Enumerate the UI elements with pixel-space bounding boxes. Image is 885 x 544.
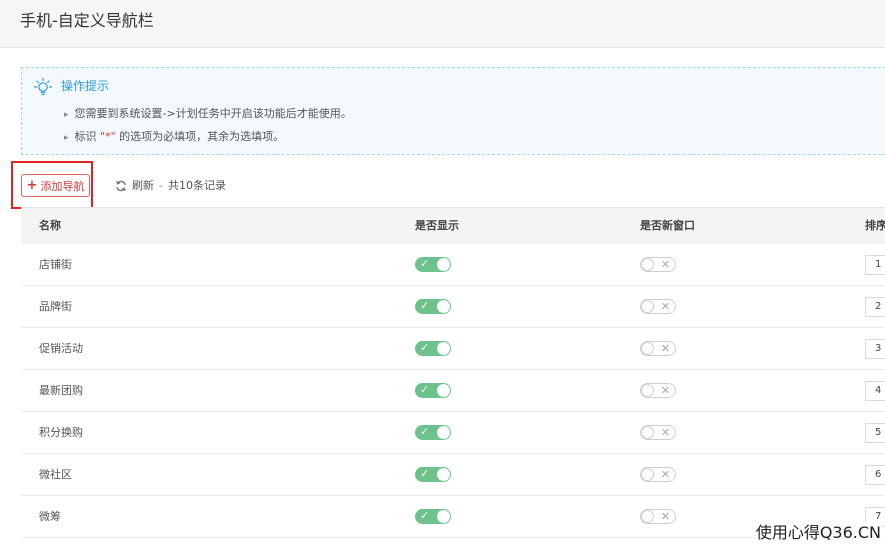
refresh-label: 刷新: [132, 179, 154, 192]
bullet-icon: ▸: [64, 110, 69, 120]
record-count: 共10条记录: [167, 179, 226, 192]
toggle-knob: [641, 468, 654, 481]
tip-item: ▸ 标识 "*" 的选项为必填项，其余为选填项。: [64, 129, 284, 146]
plus-icon: +: [26, 178, 38, 193]
tip-item: ▸ 您需要到系统设置->计划任务中开启该功能后才能使用。: [64, 106, 352, 123]
sort-input[interactable]: 2: [865, 297, 885, 317]
separator: -: [159, 179, 163, 192]
add-nav-button[interactable]: + 添加导航: [21, 174, 90, 197]
toggle-knob: [437, 300, 450, 313]
check-icon: ✓: [420, 509, 430, 522]
tip-text: 您需要到系统设置->计划任务中开启该功能后才能使用。: [74, 107, 352, 120]
table-row: 店铺街 ✓ ✕ 1: [21, 244, 885, 286]
toggle-knob: [641, 384, 654, 397]
nav-name: 品牌街: [39, 300, 72, 313]
table-row: 最新团购 ✓ ✕ 4: [21, 370, 885, 412]
show-toggle[interactable]: ✓: [415, 383, 451, 398]
show-toggle[interactable]: ✓: [415, 257, 451, 272]
table-body: 店铺街 ✓ ✕ 1 品牌街 ✓ ✕ 2 促销活动 ✓ ✕ 3 最新团购 ✓ ✕ 4 积分换购 ✓ ✕ 5 微社区 ✓ ✕ 6 微…: [21, 244, 885, 538]
check-icon: ✓: [420, 467, 430, 480]
sort-input[interactable]: 1: [865, 255, 885, 275]
x-icon: ✕: [660, 426, 670, 439]
table-row: 促销活动 ✓ ✕ 3: [21, 328, 885, 370]
toggle-knob: [641, 510, 654, 523]
toggle-knob: [437, 384, 450, 397]
page-header: 手机-自定义导航栏: [0, 0, 885, 48]
check-icon: ✓: [420, 341, 430, 354]
watermark: 使用心得Q36.CN: [753, 522, 883, 544]
nav-name: 店铺街: [39, 258, 72, 271]
table-row: 积分换购 ✓ ✕ 5: [21, 412, 885, 454]
x-icon: ✕: [660, 510, 670, 523]
nav-name: 促销活动: [39, 342, 83, 355]
check-icon: ✓: [420, 257, 430, 270]
table-row: 微社区 ✓ ✕ 6: [21, 454, 885, 496]
sort-input[interactable]: 4: [865, 381, 885, 401]
toggle-knob: [437, 426, 450, 439]
new-window-toggle[interactable]: ✕: [640, 467, 676, 482]
x-icon: ✕: [660, 384, 670, 397]
column-header-show: 是否显示: [415, 219, 459, 232]
column-header-name: 名称: [39, 219, 61, 232]
show-toggle[interactable]: ✓: [415, 425, 451, 440]
check-icon: ✓: [420, 299, 430, 312]
bullet-icon: ▸: [64, 133, 69, 143]
refresh-button[interactable]: 刷新 - 共10条记录: [115, 177, 226, 195]
new-window-toggle[interactable]: ✕: [640, 341, 676, 356]
show-toggle[interactable]: ✓: [415, 341, 451, 356]
required-star: "*": [100, 130, 116, 143]
page-title: 手机-自定义导航栏: [20, 11, 154, 30]
new-window-toggle[interactable]: ✕: [640, 299, 676, 314]
x-icon: ✕: [660, 342, 670, 355]
table-row: 品牌街 ✓ ✕ 2: [21, 286, 885, 328]
show-toggle[interactable]: ✓: [415, 467, 451, 482]
nav-name: 微筹: [39, 510, 61, 523]
check-icon: ✓: [420, 425, 430, 438]
toggle-knob: [641, 300, 654, 313]
nav-table: 名称 是否显示 是否新窗口 排序 店铺街 ✓ ✕ 1 品牌街 ✓ ✕ 2 促销活动 ✓ ✕ 3 最新团购…: [21, 207, 885, 538]
nav-name: 积分换购: [39, 426, 83, 439]
sort-input[interactable]: 3: [865, 339, 885, 359]
column-header-new-window: 是否新窗口: [640, 219, 695, 232]
sort-input[interactable]: 5: [865, 423, 885, 443]
toggle-knob: [641, 258, 654, 271]
toggle-knob: [437, 468, 450, 481]
nav-name: 最新团购: [39, 384, 83, 397]
sort-input[interactable]: 6: [865, 465, 885, 485]
toggle-knob: [641, 426, 654, 439]
new-window-toggle[interactable]: ✕: [640, 509, 676, 524]
add-nav-label: 添加导航: [40, 179, 85, 193]
tips-title: 操作提示: [61, 79, 110, 93]
x-icon: ✕: [660, 468, 670, 481]
toggle-knob: [641, 342, 654, 355]
new-window-toggle[interactable]: ✕: [640, 257, 676, 272]
tip-text: 的选项为必填项，其余为选填项。: [115, 130, 285, 143]
new-window-toggle[interactable]: ✕: [640, 383, 676, 398]
lightbulb-icon: [33, 77, 53, 96]
x-icon: ✕: [660, 258, 670, 271]
x-icon: ✕: [660, 300, 670, 313]
toggle-knob: [437, 258, 450, 271]
show-toggle[interactable]: ✓: [415, 509, 451, 524]
toggle-knob: [437, 510, 450, 523]
refresh-icon: [115, 180, 127, 192]
column-header-sort[interactable]: 排序: [865, 218, 885, 234]
nav-name: 微社区: [39, 468, 72, 481]
table-header: 名称 是否显示 是否新窗口 排序: [21, 207, 885, 244]
toggle-knob: [437, 342, 450, 355]
check-icon: ✓: [420, 383, 430, 396]
show-toggle[interactable]: ✓: [415, 299, 451, 314]
tips-panel: 操作提示 ▸ 您需要到系统设置->计划任务中开启该功能后才能使用。 ▸ 标识 "*"…: [21, 67, 885, 155]
new-window-toggle[interactable]: ✕: [640, 425, 676, 440]
tip-text: 标识: [74, 130, 101, 143]
